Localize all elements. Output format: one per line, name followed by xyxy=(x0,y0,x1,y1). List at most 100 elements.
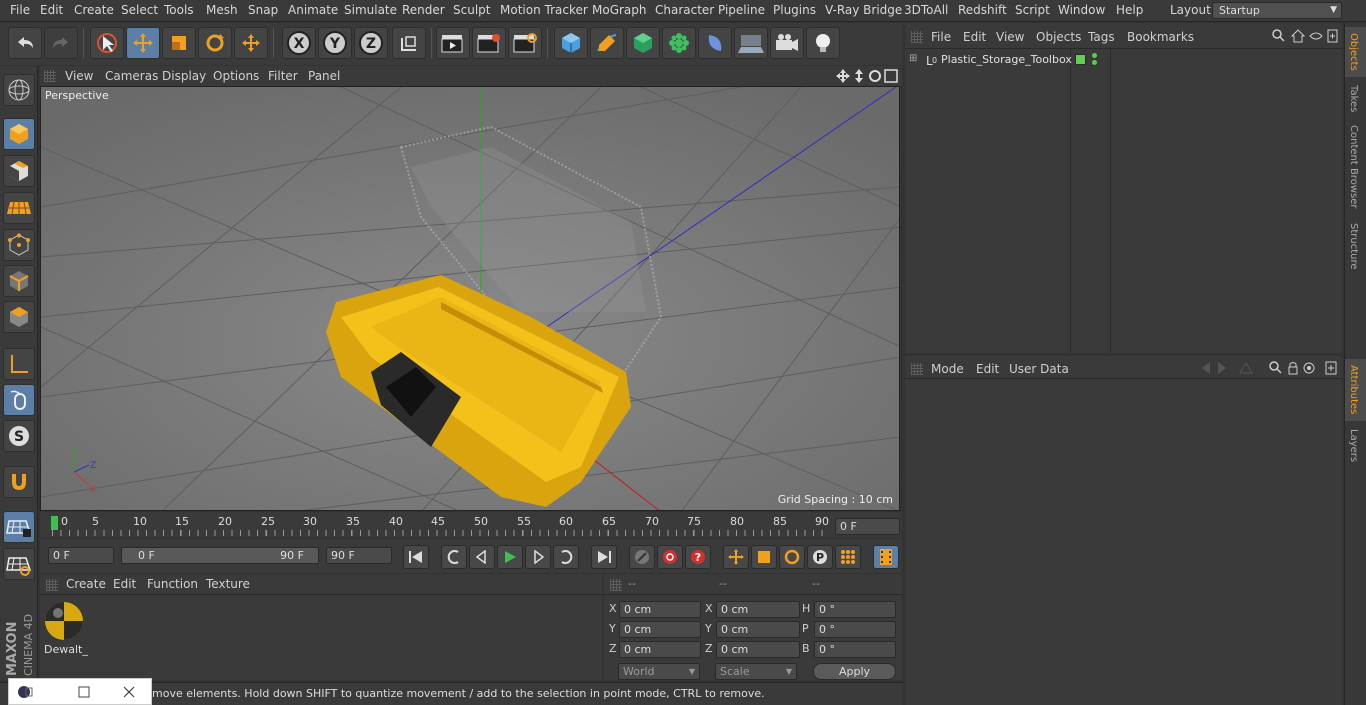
menu-3dtoall[interactable]: 3DToAll xyxy=(904,3,948,17)
menu-tools[interactable]: Tools xyxy=(164,3,194,17)
key-rotation-button[interactable] xyxy=(779,545,805,569)
viewport-nav-icons[interactable] xyxy=(835,68,901,84)
undo-button[interactable] xyxy=(8,27,42,59)
menu-animate[interactable]: Animate xyxy=(288,3,338,17)
minimized-window-bar[interactable] xyxy=(8,678,152,705)
size-x-field[interactable]: 0 cm xyxy=(716,601,800,618)
drag-handle-icon[interactable] xyxy=(911,363,923,375)
go-to-end-button[interactable] xyxy=(591,545,617,569)
drag-handle-icon[interactable] xyxy=(46,579,58,591)
add-deformer-button[interactable] xyxy=(698,27,732,59)
z-axis-button[interactable]: Z xyxy=(354,27,388,59)
next-frame-button[interactable] xyxy=(525,545,551,569)
menu-window[interactable]: Window xyxy=(1058,3,1105,17)
live-selection-button[interactable] xyxy=(90,27,124,59)
menu-select[interactable]: Select xyxy=(121,3,158,17)
menu-create[interactable]: Create xyxy=(74,3,114,17)
layout-select[interactable]: Startup ▼ xyxy=(1212,2,1342,19)
scale-tool-button[interactable] xyxy=(162,27,196,59)
render-view-button[interactable] xyxy=(436,27,470,59)
menu-pipeline[interactable]: Pipeline xyxy=(718,3,765,17)
attribute-menu-edit[interactable]: Edit xyxy=(976,362,999,376)
autokeying-button[interactable]: ? xyxy=(685,545,711,569)
tab-attributes[interactable]: Attributes xyxy=(1348,365,1359,414)
menu-mograph[interactable]: MoGraph xyxy=(592,3,647,17)
x-axis-button[interactable]: X xyxy=(282,27,316,59)
previous-frame-button[interactable] xyxy=(469,545,495,569)
attribute-menu-user-data[interactable]: User Data xyxy=(1009,362,1069,376)
menu-sculpt[interactable]: Sculpt xyxy=(453,3,490,17)
rotation-b-field[interactable]: 0 ° xyxy=(814,641,896,658)
previous-keyframe-button[interactable] xyxy=(441,545,467,569)
tab-objects[interactable]: Objects xyxy=(1348,33,1359,71)
add-mograph-button[interactable] xyxy=(662,27,696,59)
render-visibility-dot[interactable] xyxy=(1092,60,1097,65)
frame-range-slider[interactable]: 0 F 90 F xyxy=(121,547,319,564)
material-menu-texture[interactable]: Texture xyxy=(206,577,250,591)
transform-tool-button[interactable] xyxy=(234,27,268,59)
object-manager-tool-icons[interactable] xyxy=(1272,29,1338,43)
key-pla-button[interactable] xyxy=(835,545,861,569)
y-axis-button[interactable]: Y xyxy=(318,27,352,59)
editor-visibility-dot[interactable] xyxy=(1092,53,1097,58)
tab-takes[interactable]: Takes xyxy=(1348,85,1359,112)
object-menu-file[interactable]: File xyxy=(931,30,951,44)
position-z-field[interactable]: 0 cm xyxy=(619,641,701,658)
edges-mode-button[interactable] xyxy=(3,265,35,297)
tab-structure[interactable]: Structure xyxy=(1348,223,1359,270)
size-mode-select[interactable]: Scale ▼ xyxy=(715,663,797,680)
attribute-manager-tool-icons[interactable] xyxy=(1200,361,1340,375)
make-editable-button[interactable] xyxy=(3,74,35,106)
menu-edit[interactable]: Edit xyxy=(40,3,63,17)
menu-mesh[interactable]: Mesh xyxy=(206,3,238,17)
play-button[interactable] xyxy=(497,545,523,569)
attribute-menu-mode[interactable]: Mode xyxy=(931,362,964,376)
timeline-playhead[interactable] xyxy=(51,516,58,530)
maximize-icon[interactable] xyxy=(77,685,91,699)
apply-button[interactable]: Apply xyxy=(813,663,896,680)
timeline-button[interactable] xyxy=(873,545,899,569)
add-camera-button[interactable] xyxy=(770,27,804,59)
rotation-p-field[interactable]: 0 ° xyxy=(814,621,896,638)
record-active-objects-button[interactable] xyxy=(657,545,683,569)
tweak-mode-button[interactable] xyxy=(3,384,35,416)
menu-snap[interactable]: Snap xyxy=(248,3,278,17)
go-to-start-button[interactable] xyxy=(403,545,429,569)
points-mode-button[interactable] xyxy=(3,229,35,261)
workplane-mode-button[interactable] xyxy=(3,192,35,224)
layer-color-swatch[interactable] xyxy=(1075,54,1086,65)
object-menu-objects[interactable]: Objects xyxy=(1036,30,1081,44)
position-x-field[interactable]: 0 cm xyxy=(619,601,701,618)
viewport-menu-options[interactable]: Options xyxy=(213,69,259,83)
add-floor-button[interactable] xyxy=(734,27,768,59)
drag-handle-icon[interactable] xyxy=(911,31,923,43)
timeline-ruler[interactable]: 0 5 10 15 20 25 30 35 40 45 50 55 60 65 … xyxy=(40,512,902,538)
add-spline-button[interactable] xyxy=(590,27,624,59)
key-parameter-button[interactable]: P xyxy=(807,545,833,569)
object-row[interactable]: ⊞ L0 Plastic_Storage_Toolbox xyxy=(909,52,1339,70)
menu-simulate[interactable]: Simulate xyxy=(344,3,397,17)
viewport-menu-panel[interactable]: Panel xyxy=(308,69,340,83)
rotation-h-field[interactable]: 0 ° xyxy=(814,601,896,618)
next-keyframe-button[interactable] xyxy=(553,545,579,569)
viewport-menu-filter[interactable]: Filter xyxy=(268,69,298,83)
viewport-menu-cameras[interactable]: Cameras xyxy=(105,69,158,83)
object-menu-bookmarks[interactable]: Bookmarks xyxy=(1127,30,1194,44)
texture-mode-button[interactable] xyxy=(3,155,35,187)
record-off-button[interactable] xyxy=(629,545,655,569)
redo-button[interactable] xyxy=(44,27,78,59)
object-menu-tags[interactable]: Tags xyxy=(1088,30,1115,44)
position-y-field[interactable]: 0 cm xyxy=(619,621,701,638)
material-menu-create[interactable]: Create xyxy=(66,577,106,591)
object-menu-view[interactable]: View xyxy=(996,30,1024,44)
axis-mode-button[interactable] xyxy=(3,348,35,380)
viewport-menu-display[interactable]: Display xyxy=(162,69,206,83)
current-frame-field[interactable]: 0 F xyxy=(835,518,900,535)
viewport-menu-view[interactable]: View xyxy=(65,69,93,83)
key-scale-button[interactable] xyxy=(751,545,777,569)
drag-handle-icon[interactable] xyxy=(44,70,56,82)
key-position-button[interactable] xyxy=(723,545,749,569)
model-mode-button[interactable] xyxy=(3,118,35,150)
menu-script[interactable]: Script xyxy=(1015,3,1050,17)
menu-motion-tracker[interactable]: Motion Tracker xyxy=(500,3,588,17)
